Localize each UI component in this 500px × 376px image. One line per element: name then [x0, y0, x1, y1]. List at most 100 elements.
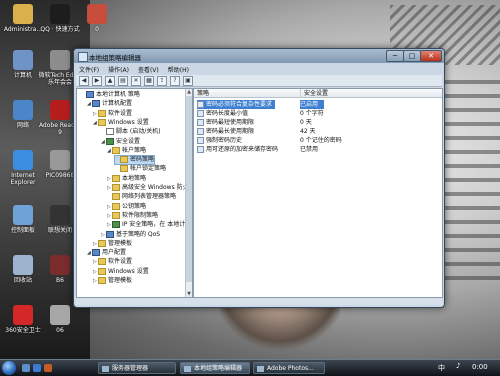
- tree-item[interactable]: ◢ Windows 设置: [93, 118, 149, 127]
- tree-item-label: Windows 设置: [108, 267, 149, 275]
- scroll-down-icon[interactable]: ▼: [186, 291, 192, 297]
- minimize-button[interactable]: ─: [386, 50, 404, 62]
- tree-item[interactable]: ▷ 管理模板: [93, 277, 132, 285]
- policy-label: 用可还原的加密来储存密码: [206, 146, 279, 153]
- policy-label: 密码长度最小值: [206, 110, 249, 117]
- tree-item-label: 脚本 (启动/关机): [116, 128, 161, 136]
- volume-icon[interactable]: ♪: [456, 362, 464, 370]
- policy-setting-icon: [197, 146, 204, 153]
- tree-item[interactable]: ▷ 管理模板: [93, 239, 132, 248]
- tree-item-label: 帐户策略: [122, 146, 147, 154]
- task-label: Adobe Photos...: [267, 365, 314, 372]
- back-icon[interactable]: ◀: [79, 75, 89, 86]
- tree-item[interactable]: ▷ 高级安全 Windows 防火墙: [107, 184, 193, 192]
- policy-row[interactable]: 密码最短使用期限 0 天: [194, 118, 442, 127]
- control-panel-icon: [13, 205, 33, 225]
- folder-icon: [112, 174, 120, 182]
- tree-item[interactable]: ▷ Windows 设置: [93, 267, 149, 276]
- tree-pane[interactable]: 本地计算机 策略 ◢ 计算机配置 ▷ 软件设置 ◢ Windows 设置 脚本 (启动/关机)…: [76, 88, 193, 298]
- folder-icon: [112, 202, 120, 210]
- taskbar-button[interactable]: 本地组策略编辑器: [180, 362, 250, 374]
- tree-item[interactable]: ◢ 计算机配置: [87, 100, 132, 108]
- tree-item[interactable]: 帐户锁定策略: [115, 165, 166, 173]
- tree-item[interactable]: 脚本 (启动/关机): [101, 128, 161, 136]
- security-guard-icon: [13, 305, 33, 325]
- maximize-button[interactable]: □: [403, 50, 421, 62]
- delete-icon[interactable]: ✕: [131, 75, 141, 86]
- taskbar-button[interactable]: Adobe Photos...: [253, 362, 325, 374]
- tree-item[interactable]: 网络列表管理器策略: [107, 193, 176, 201]
- menu-help[interactable]: 帮助(H): [168, 65, 189, 74]
- qq-penguin-icon: [50, 4, 70, 24]
- ie-icon: [13, 150, 33, 170]
- tree-scrollbar[interactable]: ▲ ▼: [185, 89, 192, 297]
- export-icon[interactable]: ⇪: [157, 75, 167, 86]
- scroll-thumb[interactable]: [186, 96, 192, 282]
- column-header-policy[interactable]: 策略: [194, 89, 300, 98]
- desktop-icon[interactable]: 0: [74, 4, 120, 33]
- column-header-setting[interactable]: 安全设置: [300, 89, 442, 98]
- task-app-icon: [102, 366, 109, 372]
- toolbar: ◀ ▶ ▲ ▤ ✕ ▦ ⇪ ? ▣: [76, 75, 442, 87]
- tree-item[interactable]: ▷ 软件设置: [93, 109, 132, 118]
- policy-setting-icon: [197, 119, 204, 126]
- forward-icon[interactable]: ▶: [92, 75, 102, 86]
- properties-icon[interactable]: ▦: [144, 75, 154, 86]
- close-button[interactable]: ✕: [420, 50, 442, 62]
- up-folder-icon[interactable]: ▲: [105, 75, 115, 86]
- network-icon: [13, 100, 33, 120]
- tree-item[interactable]: ◢ 帐户策略: [107, 146, 147, 155]
- show-hide-tree-icon[interactable]: ▤: [118, 75, 128, 86]
- menu-action[interactable]: 操作(A): [108, 65, 129, 74]
- view-icon[interactable]: ▣: [183, 75, 193, 86]
- group-policy-editor-window[interactable]: 本地组策略编辑器 ─ □ ✕ 文件(F) 操作(A) 查看(V) 帮助(H) ◀…: [73, 48, 445, 308]
- language-indicator[interactable]: 中: [438, 363, 445, 373]
- folder-icon: [112, 193, 120, 201]
- menu-file[interactable]: 文件(F): [79, 65, 99, 74]
- tree-item[interactable]: ▷ 软件限制策略: [107, 211, 158, 220]
- tree-item[interactable]: 本地计算机 策略: [81, 91, 140, 99]
- policy-row[interactable]: 用可还原的加密来储存密码 已禁用: [194, 145, 442, 154]
- title-bar[interactable]: 本地组策略编辑器 ─ □ ✕: [74, 49, 444, 63]
- computer-icon: [13, 50, 33, 70]
- start-button[interactable]: [2, 361, 16, 375]
- tree-item[interactable]: ▷ 本地策略: [107, 174, 146, 183]
- shield-icon: [106, 137, 114, 145]
- policy-label: 强制密码历史: [206, 137, 243, 144]
- ie-quicklaunch-icon[interactable]: [33, 364, 41, 372]
- shield-icon: [112, 221, 120, 229]
- tree-item[interactable]: ◢ 安全设置: [101, 137, 140, 146]
- scroll-up-icon[interactable]: ▲: [186, 89, 192, 95]
- folder-icon: [112, 146, 120, 154]
- details-pane[interactable]: 策略 安全设置 密码必须符合复杂性要求 已启用 密码长度最小值 0 个字符 密码最短使用…: [193, 88, 443, 298]
- policy-setting-icon: [197, 137, 204, 144]
- help-icon[interactable]: ?: [170, 75, 180, 86]
- desktop-icon[interactable]: 06: [37, 305, 83, 334]
- desktop-icon-label: 0: [95, 26, 99, 33]
- policy-row[interactable]: 密码长度最小值 0 个字符: [194, 109, 442, 118]
- tree-item[interactable]: ▷ 基于策略的 QoS: [101, 230, 160, 239]
- tree-item[interactable]: ▷ 软件设置: [93, 258, 132, 266]
- show-desktop-icon[interactable]: [22, 364, 30, 372]
- tree-item[interactable]: ▷ 公钥策略: [107, 202, 146, 211]
- policy-row[interactable]: 强制密码历史 0 个记住的密码: [194, 136, 442, 145]
- tree-item-label: Windows 设置: [108, 118, 149, 126]
- folder-icon: [98, 267, 106, 275]
- task-label: 本地组策略编辑器: [194, 365, 243, 372]
- policy-name: 密码最长使用期限: [197, 127, 254, 136]
- app-icon: [78, 52, 88, 62]
- folder-icon: [98, 118, 106, 126]
- folder-icon: [112, 211, 120, 219]
- menu-view[interactable]: 查看(V): [138, 65, 159, 74]
- policy-row[interactable]: 密码必须符合复杂性要求 已启用: [194, 100, 442, 109]
- tree-item-label: 高级安全 Windows 防火墙: [122, 184, 193, 191]
- tree-item[interactable]: ◢ 用户配置: [87, 249, 126, 257]
- task-app-icon: [257, 366, 264, 372]
- clock[interactable]: 0:00: [472, 363, 488, 371]
- media-quicklaunch-icon[interactable]: [44, 364, 52, 372]
- tree-item-label: 网络列表管理器策略: [122, 193, 177, 201]
- tree-item-selected[interactable]: 密码策略: [113, 155, 156, 166]
- tree-item[interactable]: ▷ IP 安全策略，在 本地计算机: [107, 221, 192, 229]
- taskbar-button[interactable]: 服务器管理器: [98, 362, 176, 374]
- policy-row[interactable]: 密码最长使用期限 42 天: [194, 127, 442, 136]
